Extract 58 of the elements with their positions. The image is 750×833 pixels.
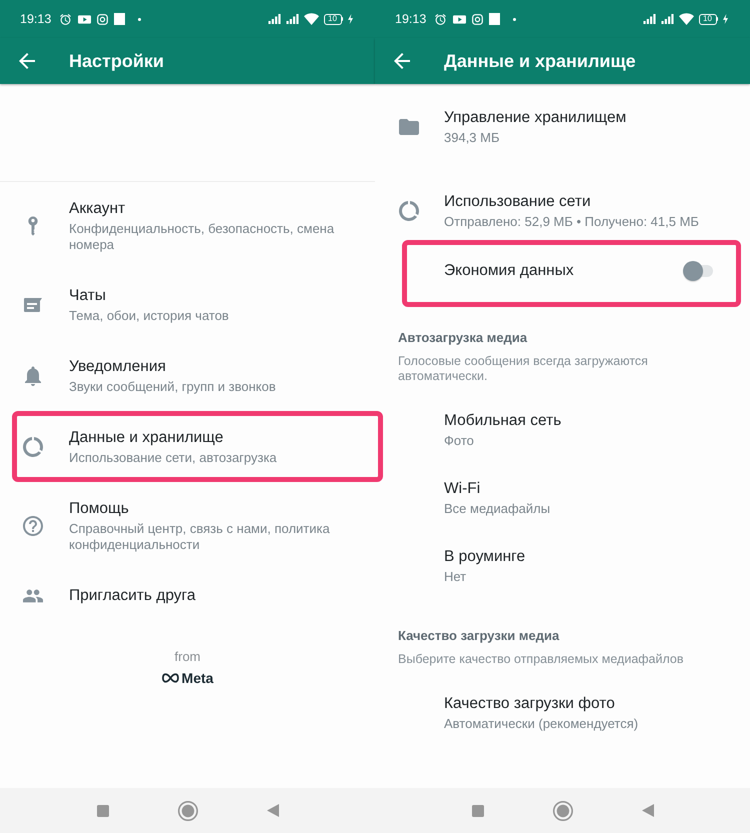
settings-item[interactable]: Управление хранилищем 394,3 МБ: [375, 84, 750, 168]
folder-icon: [399, 116, 419, 136]
bell-icon: [23, 366, 43, 386]
toggle-switch[interactable]: [683, 260, 715, 280]
play-icon: [78, 14, 92, 24]
back-arrow-icon[interactable]: [394, 53, 410, 69]
play-icon: [453, 14, 466, 24]
alarm-clock-icon: [434, 12, 448, 26]
camera-icon: [97, 14, 108, 24]
brand-name: Meta: [182, 669, 214, 687]
settings-item[interactable]: Данные и хранилище Использование сети, автозагрузка: [0, 411, 375, 482]
camera-icon: [472, 14, 484, 24]
bolt-icon: [348, 14, 353, 24]
circle-icon[interactable]: [178, 800, 198, 820]
settings-item[interactable]: Качество загрузки фото Автоматически (рекомендуется): [375, 678, 750, 746]
settings-item[interactable]: Уведомления Звуки сообщений, групп и звонков: [0, 340, 375, 411]
ring-icon: [23, 436, 43, 456]
square-icon: [114, 13, 126, 25]
status-time: 19:13: [20, 12, 52, 26]
wifi-icon: [678, 13, 694, 25]
square-icon[interactable]: [96, 804, 108, 816]
battery-indicator: 10: [324, 14, 343, 24]
section-header: Качество загрузки медиа: [398, 628, 560, 643]
square-icon: [489, 13, 500, 25]
help-icon: [23, 516, 43, 536]
section-note: Голосовые сообщения всегда загружаются автоматически.: [398, 354, 649, 384]
square-icon[interactable]: [472, 804, 484, 816]
settings-item[interactable]: Аккаунт Конфиденциальность, безопасность, смена номера: [0, 182, 375, 269]
signal-icon: [286, 14, 298, 24]
setting-label: Экономия данных: [444, 261, 574, 281]
settings-item[interactable]: Мобильная сеть Фото: [375, 395, 750, 463]
ring-icon: [399, 200, 419, 220]
circle-icon[interactable]: [552, 800, 572, 820]
dot-icon: [138, 18, 142, 20]
settings-item[interactable]: Пригласить друга: [0, 569, 375, 622]
settings-item[interactable]: Wi-Fi Все медиафайлы: [375, 463, 750, 531]
signal-icon: [268, 14, 280, 24]
section-header: Автозагрузка медиа: [398, 330, 528, 345]
status-time: 19:13: [395, 12, 426, 26]
dot-icon: [513, 18, 516, 20]
triangle-icon[interactable]: [266, 804, 278, 817]
wifi-icon: [304, 13, 318, 25]
alarm-clock-icon: [59, 12, 72, 26]
settings-item[interactable]: Чаты Тема, обои, история чатов: [0, 269, 375, 340]
settings-item[interactable]: В роуминге Нет: [375, 531, 750, 599]
signal-icon: [642, 14, 656, 24]
triangle-icon[interactable]: [642, 804, 654, 817]
signal-icon: [660, 14, 674, 24]
from-label: from: [174, 649, 200, 665]
app-bar-title: Настройки: [69, 50, 164, 72]
app-bar-title: Данные и хранилище: [444, 50, 636, 72]
back-arrow-icon[interactable]: [19, 53, 35, 69]
settings-item[interactable]: Помощь Справочный центр, связь с нами, политика конфиденциальности: [0, 482, 375, 569]
settings-item[interactable]: Использование сети Отправлено: 52,9 МБ • Получено: 41,5 МБ: [375, 168, 750, 252]
bolt-icon: [723, 14, 728, 24]
section-note: Выберите качество отправляемых медиафайлов: [398, 652, 685, 667]
infinity-icon: [162, 673, 179, 683]
battery-indicator: 10: [698, 14, 718, 24]
